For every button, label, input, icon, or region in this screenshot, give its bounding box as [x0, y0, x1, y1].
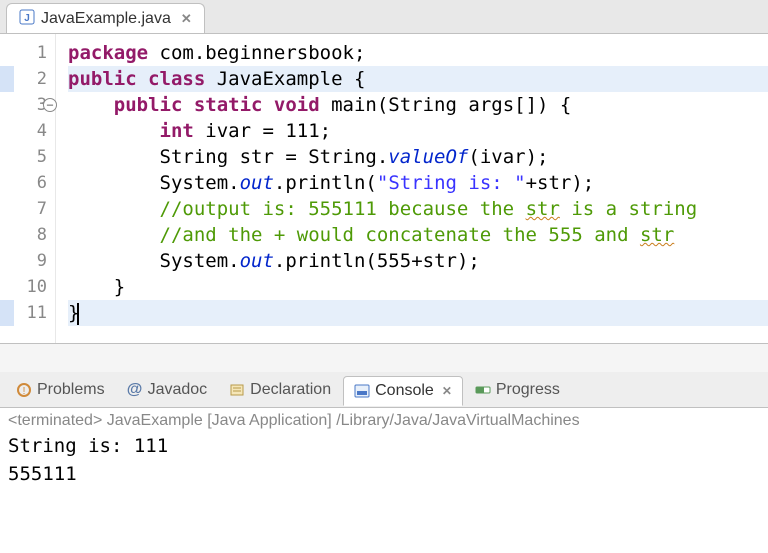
line-number: 8 [0, 222, 55, 248]
console-icon [354, 383, 370, 399]
console-output[interactable]: String is: 111 555111 [8, 432, 760, 488]
text-cursor [77, 303, 79, 325]
line-number: 11 [0, 300, 55, 326]
java-file-icon: J [19, 9, 35, 28]
code-line[interactable]: int ivar = 111; [68, 118, 768, 144]
code-line[interactable]: public static void main(String args[]) { [68, 92, 768, 118]
line-number: 1 [0, 40, 55, 66]
close-icon[interactable]: ✕ [181, 11, 192, 27]
line-number: 3− [0, 92, 55, 118]
javadoc-icon: @ [127, 382, 143, 398]
line-number: 6 [0, 170, 55, 196]
tab-console[interactable]: Console ✕ [343, 376, 463, 406]
line-number-gutter: 123−4567891011 [0, 34, 56, 343]
declaration-icon [229, 382, 245, 398]
line-number: 2 [0, 66, 55, 92]
code-line[interactable]: } [68, 300, 768, 326]
tab-label: Javadoc [148, 381, 208, 399]
code-area[interactable]: package com.beginnersbook;public class J… [56, 34, 768, 343]
code-line[interactable]: System.out.println(555+str); [68, 248, 768, 274]
console-run-header: <terminated> JavaExample [Java Applicati… [8, 412, 760, 430]
fold-toggle-icon[interactable]: − [43, 98, 57, 112]
editor-tab-label: JavaExample.java [41, 10, 171, 28]
tab-label: Progress [496, 381, 560, 399]
tab-label: Declaration [250, 381, 331, 399]
svg-text:J: J [24, 13, 30, 24]
code-editor[interactable]: 123−4567891011 package com.beginnersbook… [0, 34, 768, 344]
code-line[interactable]: public class JavaExample { [68, 66, 768, 92]
line-number: 4 [0, 118, 55, 144]
line-number: 9 [0, 248, 55, 274]
close-icon[interactable]: ✕ [442, 384, 452, 398]
code-line[interactable]: System.out.println("String is: "+str); [68, 170, 768, 196]
tab-javadoc[interactable]: @ Javadoc [117, 376, 218, 404]
code-line[interactable]: package com.beginnersbook; [68, 40, 768, 66]
line-number: 5 [0, 144, 55, 170]
console-view: <terminated> JavaExample [Java Applicati… [0, 408, 768, 553]
code-line[interactable]: //and the + would concatenate the 555 an… [68, 222, 768, 248]
editor-tab[interactable]: J JavaExample.java ✕ [6, 3, 205, 33]
code-line[interactable]: } [68, 274, 768, 300]
line-number: 10 [0, 274, 55, 300]
progress-icon [475, 382, 491, 398]
problems-icon: ! [16, 382, 32, 398]
line-number: 7 [0, 196, 55, 222]
tab-declaration[interactable]: Declaration [219, 376, 341, 404]
code-line[interactable]: String str = String.valueOf(ivar); [68, 144, 768, 170]
editor-tab-bar: J JavaExample.java ✕ [0, 0, 768, 34]
svg-text:!: ! [23, 386, 26, 397]
tab-label: Problems [37, 381, 105, 399]
tab-problems[interactable]: ! Problems [6, 376, 115, 404]
tab-label: Console [375, 382, 434, 400]
tab-progress[interactable]: Progress [465, 376, 570, 404]
view-tab-bar: ! Problems @ Javadoc Declaration Console ✕ Prog… [0, 372, 768, 408]
code-line[interactable]: //output is: 555111 because the str is a… [68, 196, 768, 222]
